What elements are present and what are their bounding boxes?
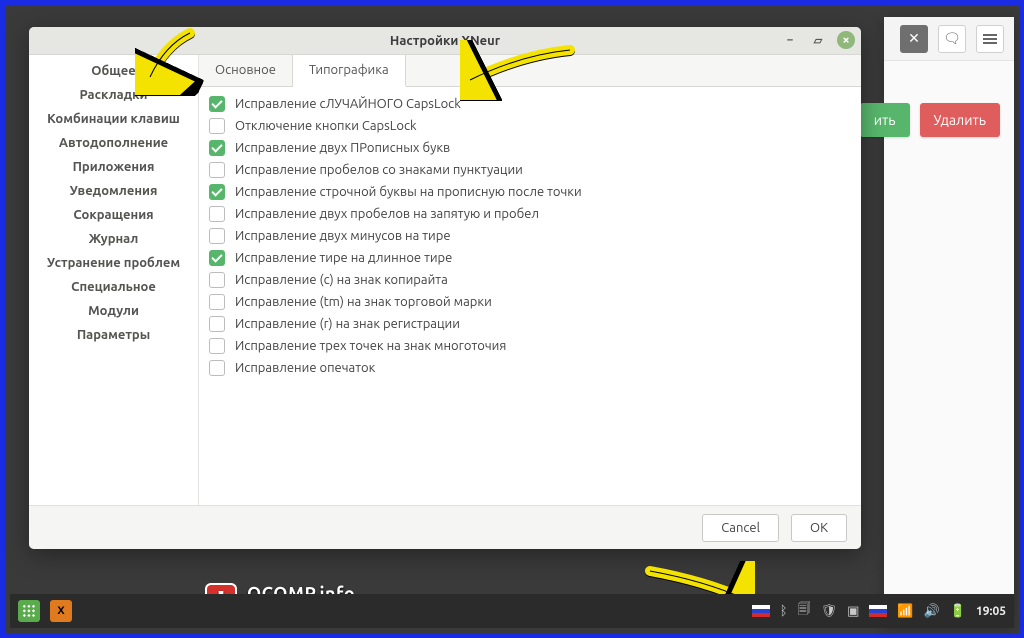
option-row-4[interactable]: Исправление строчной буквы на прописную …: [209, 181, 851, 203]
checkbox-7[interactable]: [209, 250, 225, 266]
maximize-button[interactable]: [809, 31, 827, 49]
background-window: ✕ 🗨 ить Удалить: [884, 17, 1014, 627]
language-flag-1[interactable]: [752, 605, 770, 617]
sidebar-item-1[interactable]: Раскладки: [29, 83, 198, 107]
window-title: Настройки XNeur: [390, 34, 500, 48]
shield-icon[interactable]: 🛡: [821, 604, 838, 619]
option-label-2: Исправление двух ПРописных букв: [235, 141, 450, 155]
checkbox-2[interactable]: [209, 140, 225, 156]
language-flag-2[interactable]: [869, 605, 887, 617]
battery-icon[interactable]: 🔋: [950, 604, 966, 619]
taskbar: X ᛒ 🗐 🛡 ▣ 📶 🔊 🔋 19:05: [10, 594, 1014, 628]
sidebar-item-5[interactable]: Уведомления: [29, 179, 198, 203]
volume-icon[interactable]: 🔊: [924, 604, 940, 619]
sidebar-item-9[interactable]: Специальное: [29, 275, 198, 299]
clock[interactable]: 19:05: [976, 605, 1006, 618]
ok-button[interactable]: OK: [791, 514, 847, 542]
hamburger-icon[interactable]: [976, 25, 1004, 53]
option-row-10[interactable]: Исправление (r) на знак регистрации: [209, 313, 851, 335]
typography-options: Исправление сЛУЧАЙНОГО CapsLock Отключени…: [199, 87, 861, 505]
sidebar-item-4[interactable]: Приложения: [29, 155, 198, 179]
sidebar-item-3[interactable]: Автодополнение: [29, 131, 198, 155]
option-row-0[interactable]: Исправление сЛУЧАЙНОГО CapsLock: [209, 93, 851, 115]
option-row-6[interactable]: Исправление двух минусов на тире: [209, 225, 851, 247]
bg-search-icon[interactable]: 🗨: [938, 25, 966, 53]
sidebar-item-2[interactable]: Комбинации клавиш: [29, 107, 198, 131]
wifi-icon[interactable]: 📶: [897, 604, 913, 619]
option-label-9: Исправление (tm) на знак торговой марки: [235, 295, 492, 309]
sidebar-item-11[interactable]: Параметры: [29, 323, 198, 347]
sidebar-item-7[interactable]: Журнал: [29, 227, 198, 251]
bg-delete-button[interactable]: Удалить: [920, 103, 1001, 137]
cancel-button[interactable]: Cancel: [702, 514, 779, 542]
option-row-2[interactable]: Исправление двух ПРописных букв: [209, 137, 851, 159]
option-label-1: Отключение кнопки CapsLock: [235, 119, 417, 133]
bg-close-icon[interactable]: ✕: [900, 25, 928, 53]
bg-edit-button[interactable]: ить: [860, 103, 910, 137]
checkbox-3[interactable]: [209, 162, 225, 178]
option-row-5[interactable]: Исправление двух пробелов на запятую и п…: [209, 203, 851, 225]
settings-sidebar: ОбщееРаскладкиКомбинации клавишАвтодопол…: [29, 55, 199, 505]
option-row-1[interactable]: Отключение кнопки CapsLock: [209, 115, 851, 137]
checkbox-0[interactable]: [209, 96, 225, 112]
checkbox-1[interactable]: [209, 118, 225, 134]
workspace-icon[interactable]: ▣: [847, 604, 859, 619]
option-row-11[interactable]: Исправление трех точек на знак многоточи…: [209, 335, 851, 357]
checkbox-5[interactable]: [209, 206, 225, 222]
option-row-9[interactable]: Исправление (tm) на знак торговой марки: [209, 291, 851, 313]
checkbox-10[interactable]: [209, 316, 225, 332]
sidebar-item-0[interactable]: Общее: [29, 59, 198, 83]
tab-1[interactable]: Типографика: [293, 55, 406, 87]
clipboard-icon[interactable]: 🗐: [798, 600, 811, 622]
sidebar-item-8[interactable]: Устранение проблем: [29, 251, 198, 275]
option-label-7: Исправление тире на длинное тире: [235, 251, 452, 265]
option-row-8[interactable]: Исправление (c) на знак копирайта: [209, 269, 851, 291]
xneur-settings-dialog: Настройки XNeur ОбщееРаскладкиКомбинации…: [29, 27, 861, 549]
xneur-taskbar-icon[interactable]: X: [50, 600, 72, 622]
option-row-12[interactable]: Исправление опечаток: [209, 357, 851, 379]
titlebar[interactable]: Настройки XNeur: [29, 27, 861, 55]
option-label-0: Исправление сЛУЧАЙНОГО CapsLock: [235, 97, 461, 111]
sidebar-item-6[interactable]: Сокращения: [29, 203, 198, 227]
bluetooth-icon[interactable]: ᛒ: [780, 604, 788, 618]
checkbox-6[interactable]: [209, 228, 225, 244]
close-button[interactable]: [837, 31, 855, 49]
option-label-11: Исправление трех точек на знак многоточи…: [235, 339, 506, 353]
option-label-10: Исправление (r) на знак регистрации: [235, 317, 460, 331]
option-label-4: Исправление строчной буквы на прописную …: [235, 185, 582, 199]
checkbox-4[interactable]: [209, 184, 225, 200]
option-row-3[interactable]: Исправление пробелов со знаками пунктуац…: [209, 159, 851, 181]
option-label-12: Исправление опечаток: [235, 361, 375, 375]
option-label-3: Исправление пробелов со знаками пунктуац…: [235, 163, 523, 177]
checkbox-12[interactable]: [209, 360, 225, 376]
tab-bar: ОсновноеТипографика: [199, 55, 861, 87]
option-row-7[interactable]: Исправление тире на длинное тире: [209, 247, 851, 269]
option-label-5: Исправление двух пробелов на запятую и п…: [235, 207, 539, 221]
checkbox-9[interactable]: [209, 294, 225, 310]
sidebar-item-10[interactable]: Модули: [29, 299, 198, 323]
option-label-6: Исправление двух минусов на тире: [235, 229, 451, 243]
minimize-button[interactable]: [781, 31, 799, 49]
checkbox-8[interactable]: [209, 272, 225, 288]
tab-0[interactable]: Основное: [199, 55, 293, 86]
option-label-8: Исправление (c) на знак копирайта: [235, 273, 448, 287]
app-menu-button[interactable]: [18, 600, 40, 622]
checkbox-11[interactable]: [209, 338, 225, 354]
